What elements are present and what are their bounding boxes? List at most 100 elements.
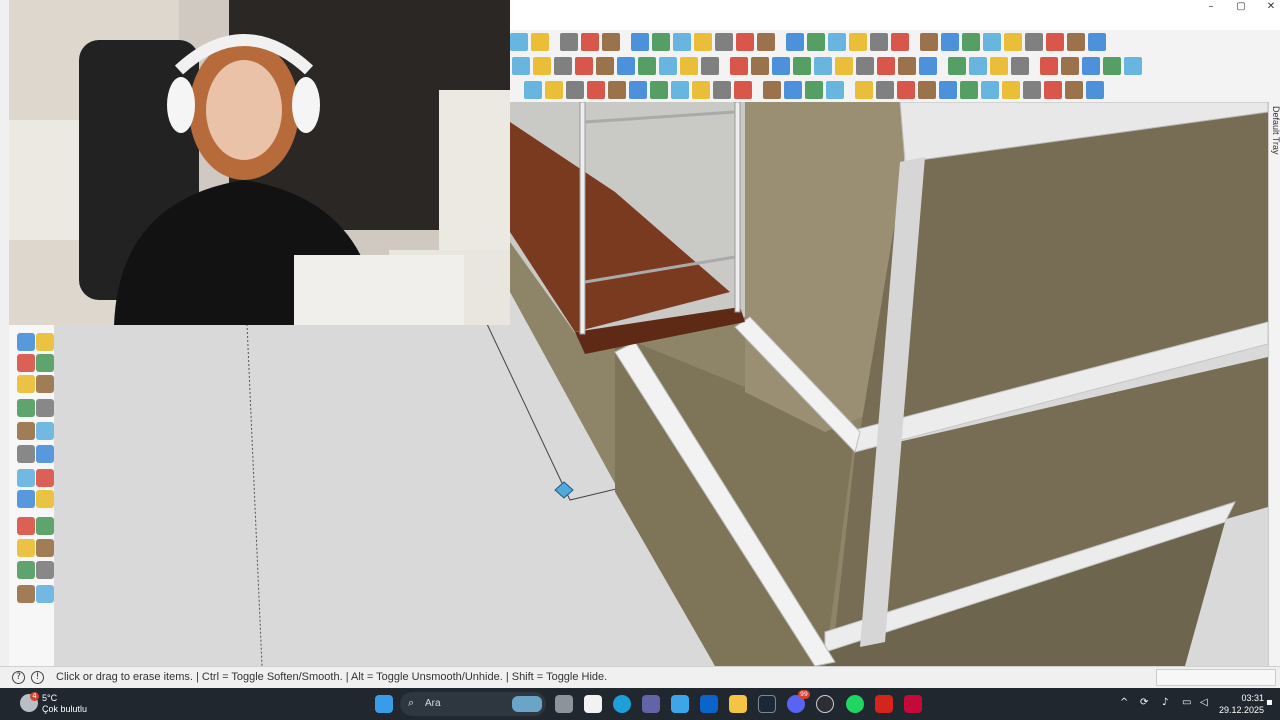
toolbar-tool-icon[interactable]	[701, 57, 719, 75]
toolbar-tool-icon[interactable]	[692, 81, 710, 99]
toolbar-tool-icon[interactable]	[560, 33, 578, 51]
toolbar-tool-icon[interactable]	[545, 81, 563, 99]
toolbar-tool-icon[interactable]	[730, 57, 748, 75]
outlook-icon[interactable]	[700, 695, 718, 713]
toolbar-tool-icon[interactable]	[1023, 81, 1041, 99]
windows-start-icon[interactable]	[375, 695, 393, 713]
minimize-button[interactable]: –	[1196, 0, 1226, 16]
steam-icon[interactable]	[758, 695, 776, 713]
toolbar-tool-icon[interactable]	[1103, 57, 1121, 75]
toolbar-tool-icon[interactable]	[1082, 57, 1100, 75]
toolbar-tool-icon[interactable]	[1046, 33, 1064, 51]
toolbar-tool-icon[interactable]	[736, 33, 754, 51]
spotify-icon[interactable]	[846, 695, 864, 713]
toolbar-tool-icon[interactable]	[948, 57, 966, 75]
toolbar-tool-icon[interactable]	[1067, 33, 1085, 51]
palette-tool-icon[interactable]	[36, 399, 54, 417]
toolbar-tool-icon[interactable]	[694, 33, 712, 51]
toolbar-tool-icon[interactable]	[631, 33, 649, 51]
notification-icon[interactable]: ▪	[1266, 697, 1273, 708]
toolbar-tool-icon[interactable]	[1011, 57, 1029, 75]
toolbar-tool-icon[interactable]	[920, 33, 938, 51]
show-hidden-icons[interactable]: ^	[1120, 697, 1128, 708]
toolbar-tool-icon[interactable]	[969, 57, 987, 75]
palette-tool-icon[interactable]	[17, 354, 35, 372]
palette-tool-icon[interactable]	[17, 561, 35, 579]
toolbar-tool-icon[interactable]	[941, 33, 959, 51]
toolbar-tool-icon[interactable]	[807, 33, 825, 51]
palette-tool-icon[interactable]	[36, 375, 54, 393]
toolbar-tool-icon[interactable]	[898, 57, 916, 75]
toolbar-tool-icon[interactable]	[596, 57, 614, 75]
palette-tool-icon[interactable]	[17, 399, 35, 417]
toolbar-tool-icon[interactable]	[531, 33, 549, 51]
clock-date[interactable]: 29.12.2025	[1218, 705, 1264, 715]
palette-tool-icon[interactable]	[36, 469, 54, 487]
toolbar-tool-icon[interactable]	[1088, 33, 1106, 51]
toolbar-tool-icon[interactable]	[659, 57, 677, 75]
toolbar-tool-icon[interactable]	[1065, 81, 1083, 99]
toolbar-tool-icon[interactable]	[919, 57, 937, 75]
toolbar-tool-icon[interactable]	[990, 57, 1008, 75]
toolbar-tool-icon[interactable]	[566, 81, 584, 99]
palette-tool-icon[interactable]	[17, 469, 35, 487]
toolbar-tool-icon[interactable]	[575, 57, 593, 75]
toolbar-tool-icon[interactable]	[856, 57, 874, 75]
copilot-icon[interactable]	[671, 695, 689, 713]
sync-icon[interactable]: ⟳	[1140, 697, 1148, 708]
toolbar-tool-icon[interactable]	[870, 33, 888, 51]
toolbar-tool-icon[interactable]	[673, 33, 691, 51]
toolbar-tool-icon[interactable]	[1044, 81, 1062, 99]
close-button[interactable]: ✕	[1256, 0, 1280, 16]
toolbar-tool-icon[interactable]	[897, 81, 915, 99]
toolbar-tool-icon[interactable]	[512, 57, 530, 75]
toolbar-tool-icon[interactable]	[652, 33, 670, 51]
toolbar-tool-icon[interactable]	[1025, 33, 1043, 51]
task-view-icon[interactable]	[555, 695, 573, 713]
toolbar-tool-icon[interactable]	[608, 81, 626, 99]
toolbar-tool-icon[interactable]	[849, 33, 867, 51]
toolbar-tool-icon[interactable]	[629, 81, 647, 99]
autocad-icon[interactable]	[904, 695, 922, 713]
toolbar-tool-icon[interactable]	[757, 33, 775, 51]
sketchup-icon[interactable]	[875, 695, 893, 713]
palette-tool-icon[interactable]	[17, 585, 35, 603]
toolbar-tool-icon[interactable]	[891, 33, 909, 51]
palette-tool-icon[interactable]	[36, 445, 54, 463]
toolbar-tool-icon[interactable]	[510, 33, 528, 51]
palette-tool-icon[interactable]	[17, 445, 35, 463]
palette-tool-icon[interactable]	[36, 354, 54, 372]
toolbar-tool-icon[interactable]	[786, 33, 804, 51]
microsoft-store-icon[interactable]	[584, 695, 602, 713]
info-icon[interactable]: !	[31, 671, 44, 684]
palette-tool-icon[interactable]	[36, 422, 54, 440]
palette-tool-icon[interactable]	[36, 517, 54, 535]
toolbar-tool-icon[interactable]	[793, 57, 811, 75]
toolbar-tool-icon[interactable]	[751, 57, 769, 75]
toolbar-tool-icon[interactable]	[617, 57, 635, 75]
maximize-button[interactable]: ▢	[1226, 0, 1256, 16]
default-tray[interactable]: Default Tray	[1268, 102, 1280, 666]
toolbar-tool-icon[interactable]	[983, 33, 1001, 51]
toolbar-tool-icon[interactable]	[981, 81, 999, 99]
network-icon[interactable]: ▭	[1182, 697, 1191, 708]
toolbar-tool-icon[interactable]	[826, 81, 844, 99]
palette-tool-icon[interactable]	[36, 333, 54, 351]
palette-tool-icon[interactable]	[17, 422, 35, 440]
toolbar-tool-icon[interactable]	[680, 57, 698, 75]
volume-icon[interactable]: ◁	[1200, 697, 1208, 708]
github-icon[interactable]	[816, 695, 834, 713]
question-icon[interactable]: ?	[12, 671, 25, 684]
toolbar-tool-icon[interactable]	[835, 57, 853, 75]
palette-tool-icon[interactable]	[36, 561, 54, 579]
palette-tool-icon[interactable]	[17, 333, 35, 351]
taskbar-search[interactable]: ⌕ Ara	[400, 692, 546, 716]
toolbar-tool-icon[interactable]	[939, 81, 957, 99]
toolbar-tool-icon[interactable]	[602, 33, 620, 51]
toolbar-tool-icon[interactable]	[650, 81, 668, 99]
palette-tool-icon[interactable]	[36, 585, 54, 603]
toolbar-tool-icon[interactable]	[814, 57, 832, 75]
toolbar-tool-icon[interactable]	[1004, 33, 1022, 51]
toolbar-tool-icon[interactable]	[960, 81, 978, 99]
toolbar-tool-icon[interactable]	[877, 57, 895, 75]
